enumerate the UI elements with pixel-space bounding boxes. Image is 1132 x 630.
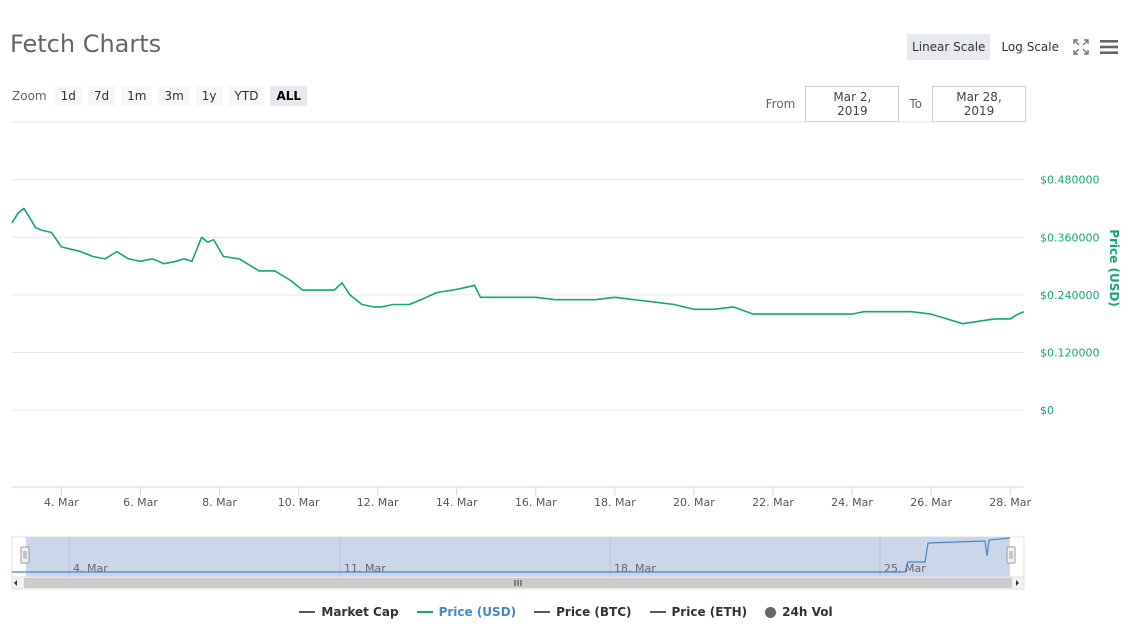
x-tick-label: 22. Mar xyxy=(752,496,794,509)
legend-label: 24h Vol xyxy=(782,605,833,619)
x-tick-label: 12. Mar xyxy=(357,496,399,509)
legend-item-market-cap[interactable]: Market Cap xyxy=(299,605,399,619)
x-tick-label: 26. Mar xyxy=(910,496,952,509)
legend-item-price-usd[interactable]: Price (USD) xyxy=(416,605,517,619)
x-tick-label: 16. Mar xyxy=(515,496,557,509)
x-tick-label: 8. Mar xyxy=(202,496,237,509)
price-chart[interactable]: $0.480000 $0.360000 $0.240000 $0.120000 $0 4… xyxy=(0,0,1132,520)
grid-lines xyxy=(12,121,1024,488)
x-tick-label: 24. Mar xyxy=(831,496,873,509)
y-tick-label: $0.120000 xyxy=(1040,347,1100,360)
legend-dot-icon xyxy=(765,606,777,618)
legend-line-icon xyxy=(534,611,551,613)
x-tick-label: 14. Mar xyxy=(436,496,478,509)
navigator-label: 4. Mar xyxy=(73,562,108,575)
x-axis-ticks: 4. Mar 6. Mar 8. Mar 10. Mar 12. Mar 14. Mar 1… xyxy=(44,487,1032,509)
x-tick-label: 28. Mar xyxy=(989,496,1031,509)
legend: Market Cap Price (USD) Price (BTC) Price… xyxy=(0,605,1132,619)
legend-label: Price (BTC) xyxy=(556,605,632,619)
y-tick-label: $0.360000 xyxy=(1040,231,1100,244)
x-tick-label: 6. Mar xyxy=(123,496,158,509)
x-tick-label: 18. Mar xyxy=(594,496,636,509)
legend-label: Market Cap xyxy=(321,605,399,619)
legend-item-24h-vol[interactable]: 24h Vol xyxy=(765,605,833,619)
y-tick-label: $0 xyxy=(1040,404,1054,417)
navigator-left-handle[interactable] xyxy=(20,546,30,564)
navigator-right-handle[interactable] xyxy=(1006,546,1016,564)
navigator-selected-range[interactable] xyxy=(26,537,1010,577)
y-tick-label: $0.480000 xyxy=(1040,174,1100,187)
navigator-label: 18. Mar xyxy=(614,562,656,575)
navigator[interactable]: 4. Mar 11. Mar 18. Mar 25. Mar xyxy=(0,532,1132,592)
legend-line-icon xyxy=(416,611,433,613)
navigator-label: 25. Mar xyxy=(884,562,926,575)
y-axis-ticks: $0.480000 $0.360000 $0.240000 $0.120000 $0 xyxy=(1040,174,1100,418)
x-tick-label: 10. Mar xyxy=(278,496,320,509)
y-axis-title: Price (USD) xyxy=(1107,229,1121,307)
x-tick-label: 20. Mar xyxy=(673,496,715,509)
legend-label: Price (USD) xyxy=(438,605,517,619)
series-layer xyxy=(11,207,1025,325)
legend-line-icon xyxy=(649,611,666,613)
x-tick-label: 4. Mar xyxy=(44,496,79,509)
series-line-price-usd[interactable] xyxy=(11,207,1025,325)
legend-label: Price (ETH) xyxy=(671,605,748,619)
legend-line-icon xyxy=(299,611,316,613)
legend-item-price-eth[interactable]: Price (ETH) xyxy=(649,605,748,619)
legend-item-price-btc[interactable]: Price (BTC) xyxy=(534,605,632,619)
navigator-label: 11. Mar xyxy=(344,562,386,575)
y-tick-label: $0.240000 xyxy=(1040,289,1100,302)
